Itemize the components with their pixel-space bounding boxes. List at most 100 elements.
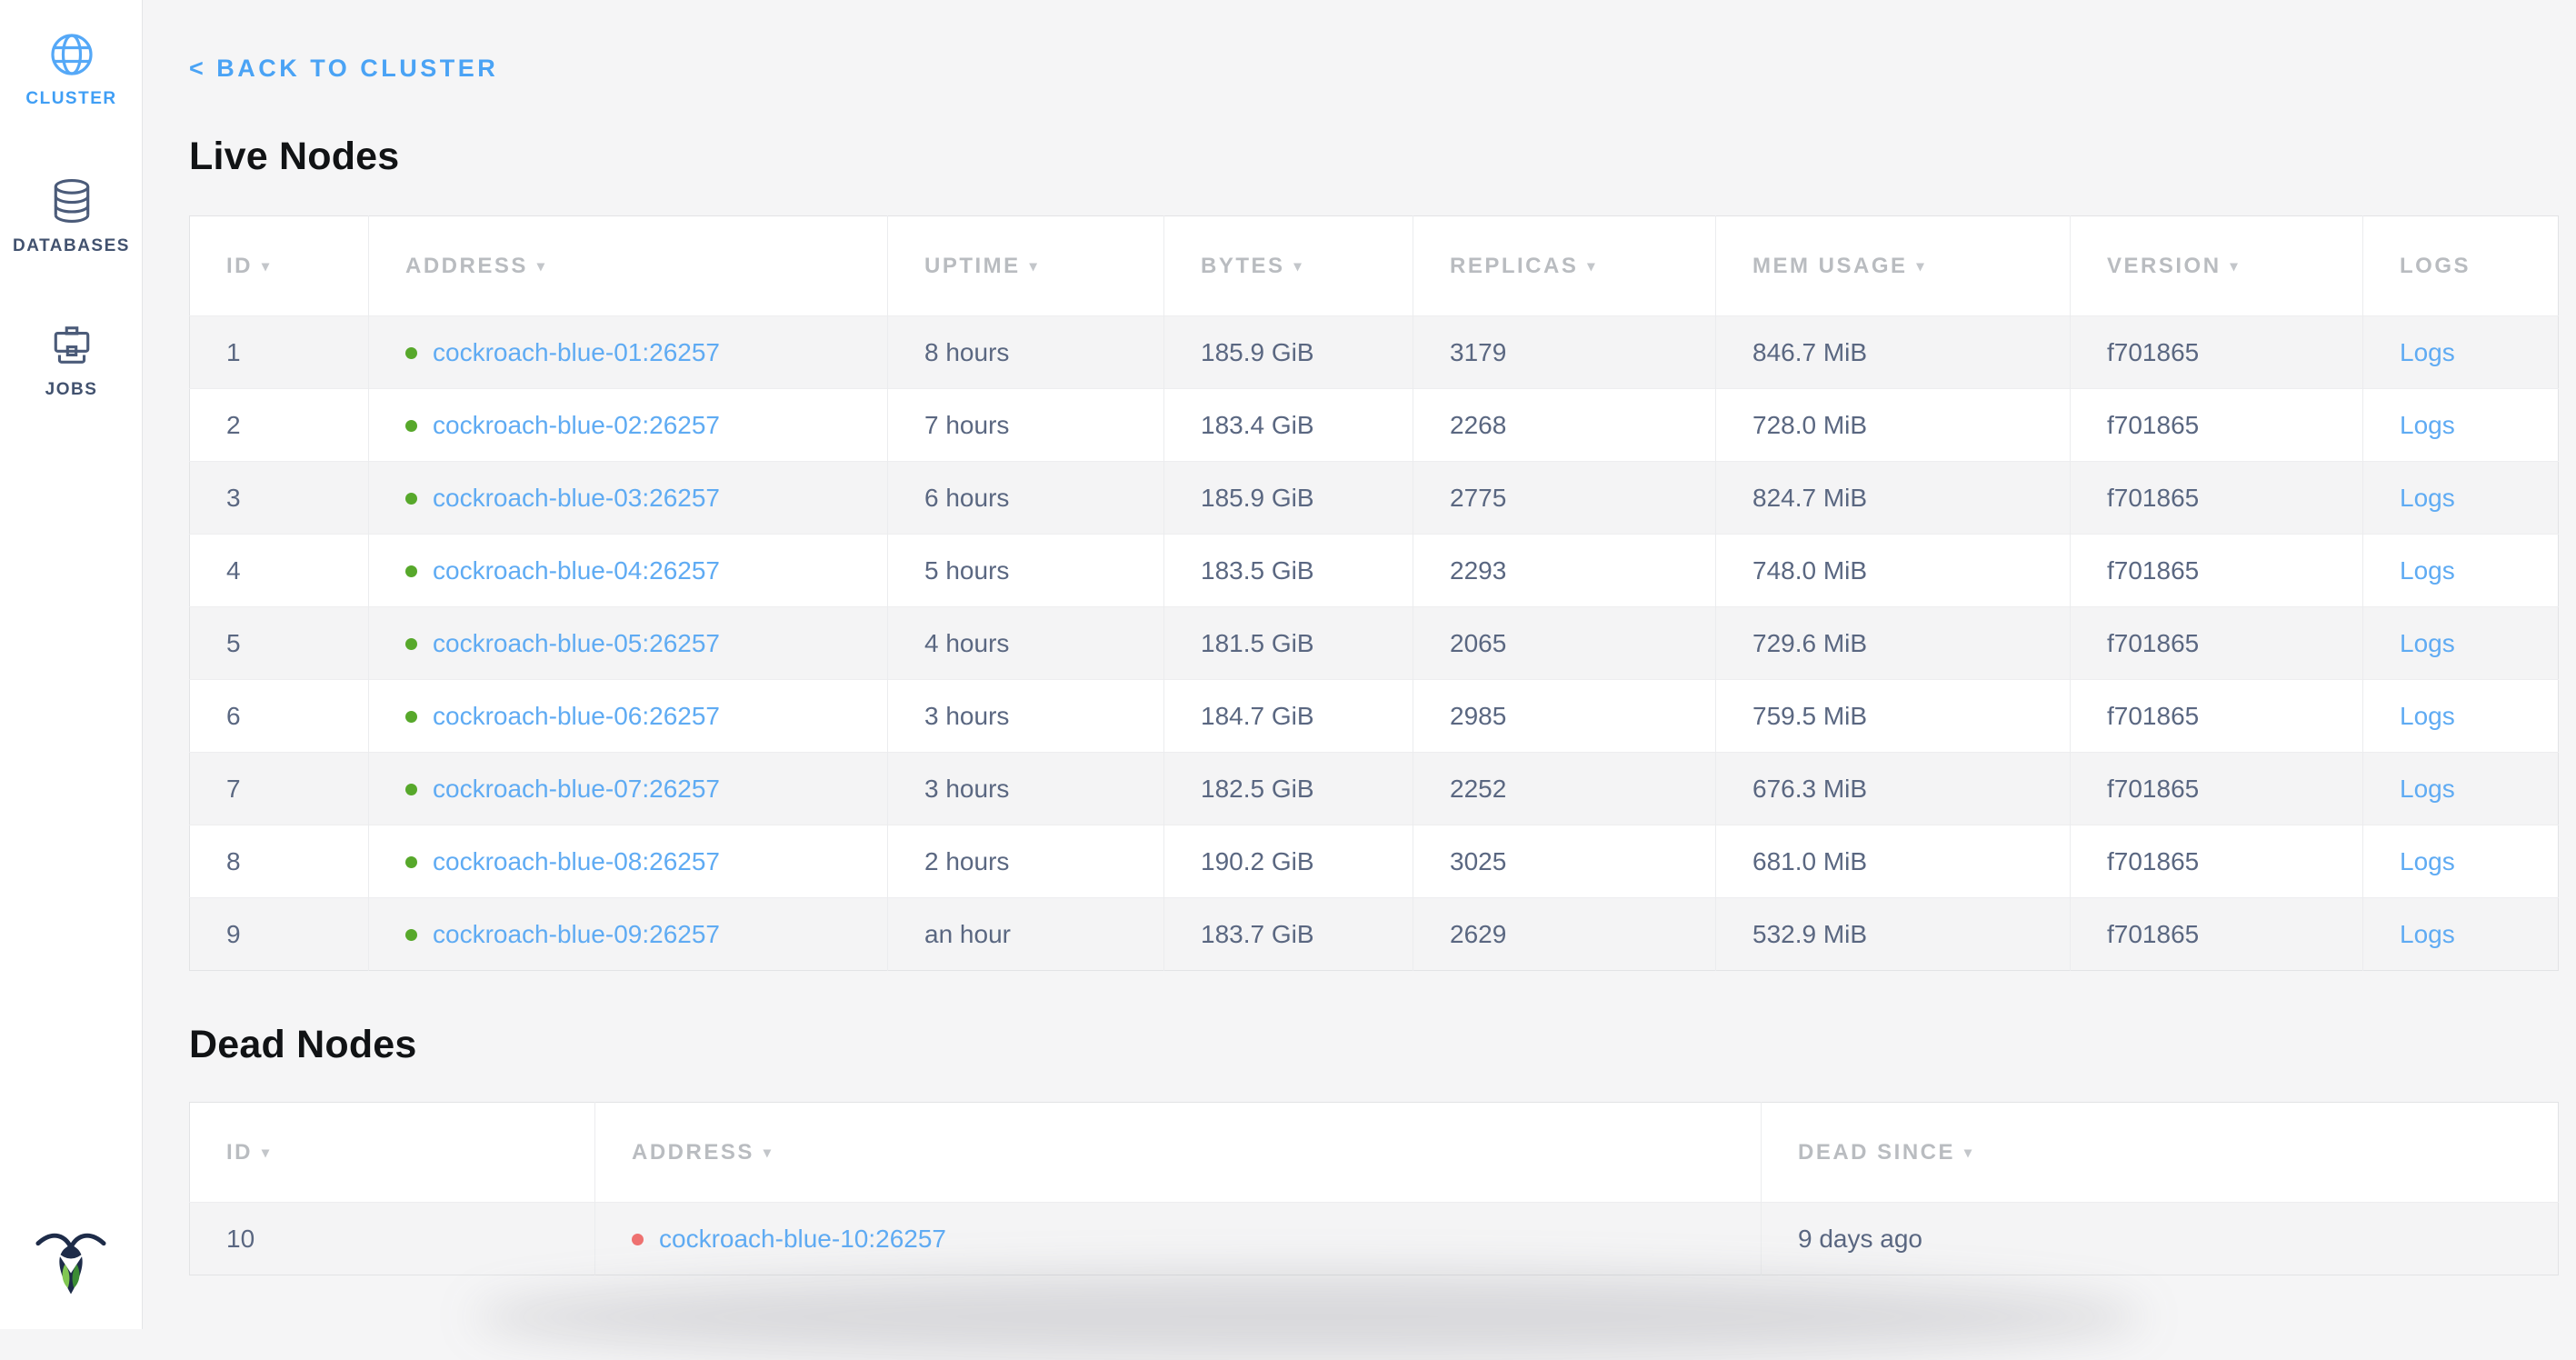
globe-icon	[50, 33, 94, 76]
uptime-cell: 8 hours	[888, 316, 1164, 389]
replicas-cell: 2775	[1413, 462, 1716, 535]
node-logs-link[interactable]: Logs	[2400, 847, 2455, 875]
node-logs-link[interactable]: Logs	[2400, 411, 2455, 439]
table-row: 6 cockroach-blue-06:26257 3 hours 184.7 …	[190, 680, 2559, 753]
node-logs-link[interactable]: Logs	[2400, 775, 2455, 803]
mem-usage-cell: 532.9 MiB	[1716, 898, 2071, 971]
sort-arrow-icon: ▾	[764, 1144, 774, 1162]
col-header-version[interactable]: VERSION▾	[2071, 216, 2363, 316]
dead-since-cell: 9 days ago	[1762, 1203, 2559, 1275]
replicas-cell: 2268	[1413, 389, 1716, 462]
node-logs-link[interactable]: Logs	[2400, 920, 2455, 948]
live-status-dot-icon	[405, 347, 417, 359]
version-cell: f701865	[2071, 825, 2363, 898]
node-address-cell: cockroach-blue-07:26257	[369, 753, 888, 825]
sort-arrow-icon: ▾	[262, 257, 272, 275]
replicas-cell: 2629	[1413, 898, 1716, 971]
node-address-cell: cockroach-blue-04:26257	[369, 535, 888, 607]
node-address-link[interactable]: cockroach-blue-06:26257	[433, 702, 720, 730]
node-address-link[interactable]: cockroach-blue-01:26257	[433, 338, 720, 366]
sort-arrow-icon: ▾	[1964, 1144, 1974, 1162]
back-to-cluster-link[interactable]: < BACK TO CLUSTER	[189, 55, 498, 83]
col-header-uptime[interactable]: UPTIME▾	[888, 216, 1164, 316]
logs-cell: Logs	[2363, 607, 2559, 680]
main-content: < BACK TO CLUSTER Live Nodes ID▾ ADDRESS…	[144, 0, 2576, 1329]
col-header-replicas[interactable]: REPLICAS▾	[1413, 216, 1716, 316]
table-row: 7 cockroach-blue-07:26257 3 hours 182.5 …	[190, 753, 2559, 825]
cockroach-logo-icon	[34, 1224, 108, 1302]
node-address-link[interactable]: cockroach-blue-05:26257	[433, 629, 720, 657]
table-header-row: ID▾ ADDRESS▾ DEAD SINCE▾	[190, 1103, 2559, 1203]
replicas-cell: 3179	[1413, 316, 1716, 389]
col-header-bytes[interactable]: BYTES▾	[1164, 216, 1413, 316]
node-logs-link[interactable]: Logs	[2400, 484, 2455, 512]
table-row: 3 cockroach-blue-03:26257 6 hours 185.9 …	[190, 462, 2559, 535]
version-cell: f701865	[2071, 607, 2363, 680]
node-address-link[interactable]: cockroach-blue-03:26257	[433, 484, 720, 512]
col-header-address[interactable]: ADDRESS▾	[369, 216, 888, 316]
node-address-link[interactable]: cockroach-blue-10:26257	[659, 1225, 946, 1253]
bytes-cell: 183.4 GiB	[1164, 389, 1413, 462]
version-cell: f701865	[2071, 898, 2363, 971]
version-cell: f701865	[2071, 389, 2363, 462]
replicas-cell: 3025	[1413, 825, 1716, 898]
node-address-cell: cockroach-blue-01:26257	[369, 316, 888, 389]
node-address-cell: cockroach-blue-05:26257	[369, 607, 888, 680]
col-header-id[interactable]: ID▾	[190, 216, 369, 316]
node-logs-link[interactable]: Logs	[2400, 556, 2455, 585]
node-id-cell: 2	[190, 389, 369, 462]
mem-usage-cell: 759.5 MiB	[1716, 680, 2071, 753]
mem-usage-cell: 728.0 MiB	[1716, 389, 2071, 462]
sidebar-item-label: JOBS	[0, 380, 143, 400]
version-cell: f701865	[2071, 462, 2363, 535]
sort-arrow-icon: ▾	[262, 1144, 272, 1162]
cockroach-logo[interactable]	[34, 1224, 108, 1302]
node-logs-link[interactable]: Logs	[2400, 629, 2455, 657]
node-address-link[interactable]: cockroach-blue-09:26257	[433, 920, 720, 948]
node-id-cell: 7	[190, 753, 369, 825]
logs-cell: Logs	[2363, 316, 2559, 389]
node-logs-link[interactable]: Logs	[2400, 338, 2455, 366]
uptime-cell: 2 hours	[888, 825, 1164, 898]
uptime-cell: 3 hours	[888, 680, 1164, 753]
live-status-dot-icon	[405, 638, 417, 650]
node-address-link[interactable]: cockroach-blue-08:26257	[433, 847, 720, 875]
col-header-mem-usage[interactable]: MEM USAGE▾	[1716, 216, 2071, 316]
version-cell: f701865	[2071, 680, 2363, 753]
uptime-cell: 5 hours	[888, 535, 1164, 607]
table-row: 1 cockroach-blue-01:26257 8 hours 185.9 …	[190, 316, 2559, 389]
node-address-link[interactable]: cockroach-blue-04:26257	[433, 556, 720, 585]
col-header-address[interactable]: ADDRESS▾	[595, 1103, 1762, 1203]
logs-cell: Logs	[2363, 825, 2559, 898]
logs-cell: Logs	[2363, 753, 2559, 825]
sidebar-item-databases[interactable]: DATABASES	[0, 178, 143, 256]
mem-usage-cell: 748.0 MiB	[1716, 535, 2071, 607]
col-header-id[interactable]: ID▾	[190, 1103, 595, 1203]
sidebar-item-jobs[interactable]: JOBS	[0, 322, 143, 400]
live-nodes-table: ID▾ ADDRESS▾ UPTIME▾ BYTES▾ REPLICAS▾ ME…	[189, 215, 2559, 971]
sort-arrow-icon: ▾	[1587, 257, 1597, 275]
node-logs-link[interactable]: Logs	[2400, 702, 2455, 730]
logs-cell: Logs	[2363, 535, 2559, 607]
node-address-cell: cockroach-blue-03:26257	[369, 462, 888, 535]
col-header-logs: LOGS	[2363, 216, 2559, 316]
live-status-dot-icon	[405, 493, 417, 505]
sidebar-item-cluster[interactable]: CLUSTER	[0, 33, 143, 109]
col-header-dead-since[interactable]: DEAD SINCE▾	[1762, 1103, 2559, 1203]
replicas-cell: 2252	[1413, 753, 1716, 825]
bytes-cell: 182.5 GiB	[1164, 753, 1413, 825]
node-address-link[interactable]: cockroach-blue-02:26257	[433, 411, 720, 439]
dead-nodes-table: ID▾ ADDRESS▾ DEAD SINCE▾ 10 cockroach-bl…	[189, 1102, 2559, 1275]
mem-usage-cell: 824.7 MiB	[1716, 462, 2071, 535]
dead-status-dot-icon	[632, 1234, 644, 1245]
jobs-icon	[49, 322, 95, 367]
uptime-cell: 3 hours	[888, 753, 1164, 825]
live-status-dot-icon	[405, 711, 417, 723]
sidebar: CLUSTER DATABASES JOBS	[0, 0, 143, 1329]
sort-arrow-icon: ▾	[537, 257, 547, 275]
live-status-dot-icon	[405, 420, 417, 432]
node-address-cell: cockroach-blue-10:26257	[595, 1203, 1762, 1275]
node-address-link[interactable]: cockroach-blue-07:26257	[433, 775, 720, 803]
node-id-cell: 4	[190, 535, 369, 607]
node-address-cell: cockroach-blue-08:26257	[369, 825, 888, 898]
